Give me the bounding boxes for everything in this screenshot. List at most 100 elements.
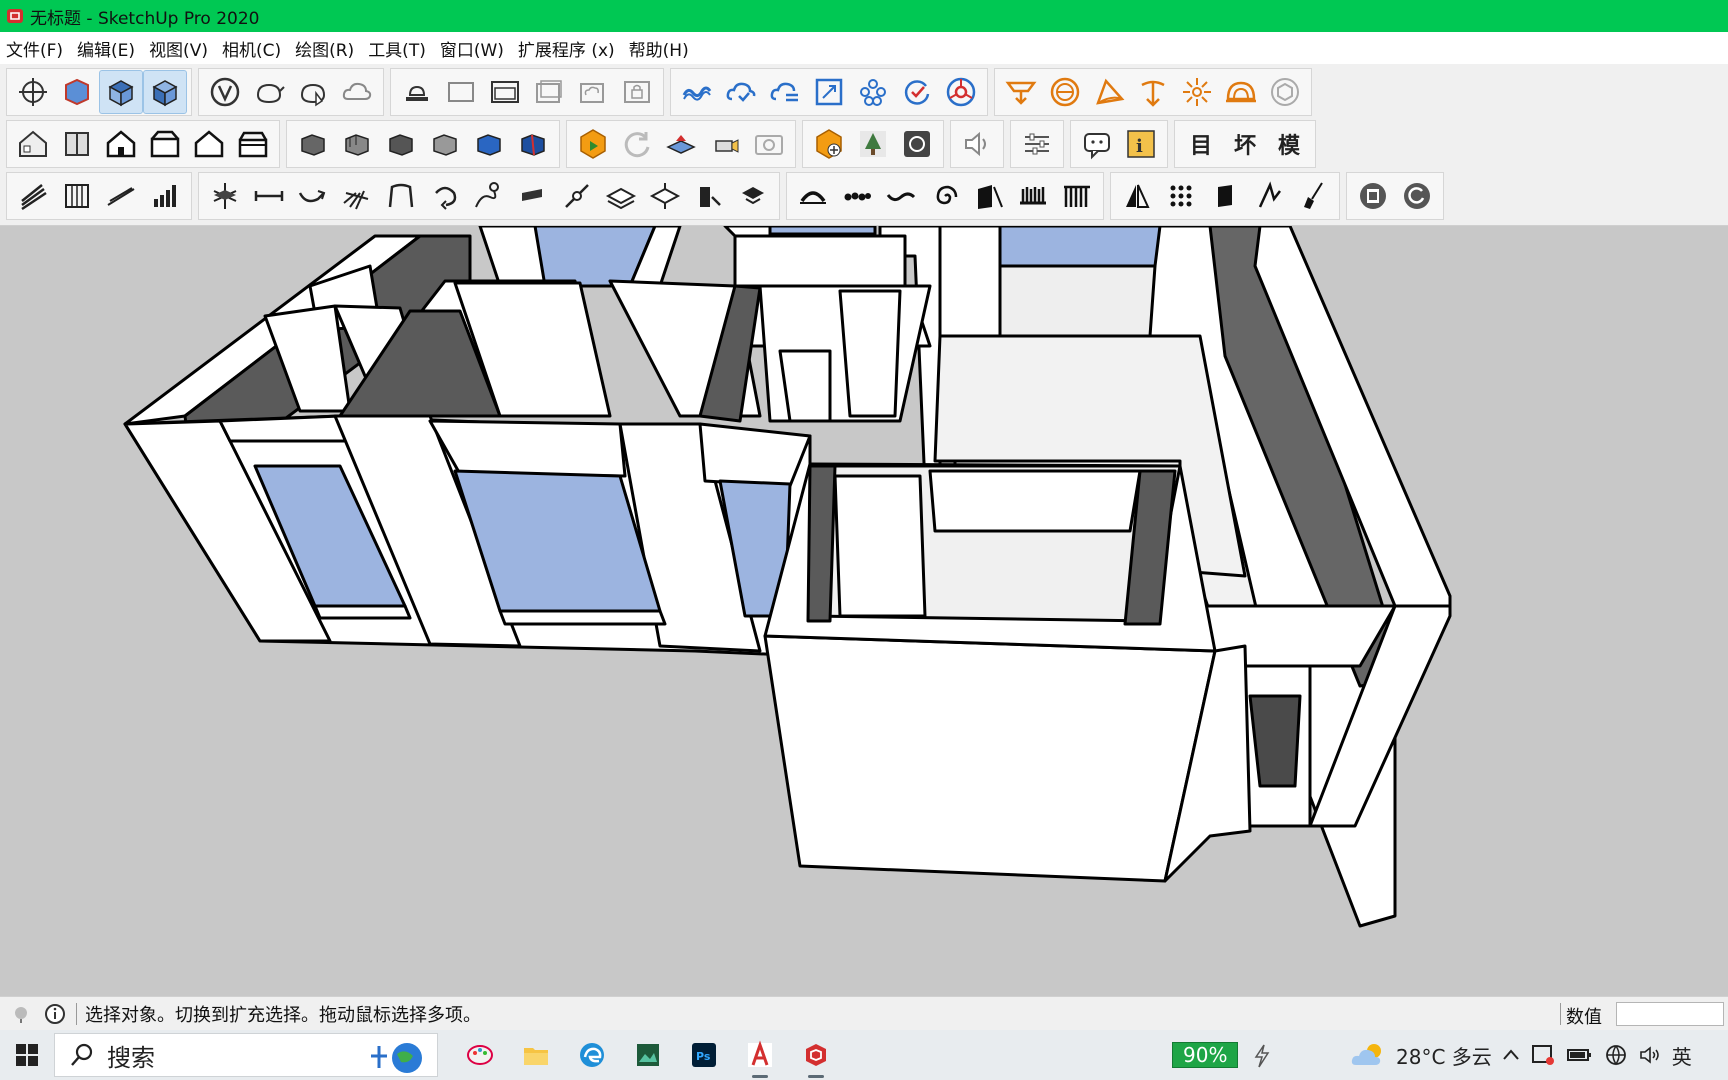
chain-icon[interactable] — [835, 174, 879, 218]
vray-logo-icon[interactable] — [203, 70, 247, 114]
input-method-indicator[interactable]: 英 — [1672, 1041, 1692, 1070]
spot-light-icon[interactable] — [1087, 70, 1131, 114]
model-viewport[interactable] — [0, 226, 1728, 996]
taskbar-edge-icon[interactable] — [564, 1030, 620, 1080]
geolocation-icon[interactable] — [8, 1001, 34, 1027]
plugin-huai-button[interactable]: 坏 — [1223, 122, 1267, 166]
menu-help[interactable]: 帮助(H) — [629, 36, 689, 61]
scene-export-icon[interactable] — [807, 70, 851, 114]
measurements-input[interactable] — [1616, 1002, 1724, 1026]
wireframe-style-icon[interactable] — [335, 122, 379, 166]
windows-start-icon[interactable] — [0, 1030, 54, 1080]
chaos-cloud-link-icon[interactable] — [675, 70, 719, 114]
menu-file[interactable]: 文件(F) — [6, 36, 63, 61]
teapot-render-icon[interactable] — [247, 70, 291, 114]
lock-camera-icon[interactable] — [615, 70, 659, 114]
vray-add-icon[interactable] — [807, 122, 851, 166]
layers-stack-icon[interactable] — [599, 174, 643, 218]
xray-style-icon[interactable] — [291, 122, 335, 166]
spiral-icon[interactable] — [923, 174, 967, 218]
menu-draw[interactable]: 绘图(R) — [295, 36, 354, 61]
plugin-mu-button[interactable]: 目 — [1179, 122, 1223, 166]
taskbar-paint-icon[interactable] — [452, 1030, 508, 1080]
grid-array-icon[interactable] — [1159, 174, 1203, 218]
batch-render-icon[interactable] — [527, 70, 571, 114]
refresh-icon[interactable] — [615, 122, 659, 166]
mirror-icon[interactable] — [1115, 174, 1159, 218]
bend-tool-icon[interactable] — [1247, 174, 1291, 218]
curve-arrow-icon[interactable] — [291, 174, 335, 218]
tray-chevron-up-icon[interactable] — [1502, 1048, 1520, 1062]
layers-arrows-icon[interactable] — [643, 174, 687, 218]
stairs-icon[interactable] — [11, 174, 55, 218]
iso-house-icon[interactable] — [11, 122, 55, 166]
arc-bridge-icon[interactable] — [791, 174, 835, 218]
chrome-link-icon[interactable] — [939, 70, 983, 114]
plugin-mo-button[interactable]: 模 — [1267, 122, 1311, 166]
weather-cloud-icon[interactable] — [1350, 1041, 1386, 1069]
columns-icon[interactable] — [1055, 174, 1099, 218]
model-info-icon[interactable]: i — [1119, 122, 1163, 166]
snapshot-icon[interactable] — [747, 122, 791, 166]
scatter-arrows-icon[interactable] — [335, 174, 379, 218]
dimension-line-icon[interactable] — [247, 174, 291, 218]
slab-icon[interactable] — [511, 174, 555, 218]
cloud-batch-icon[interactable] — [571, 70, 615, 114]
arch-icon[interactable] — [379, 174, 423, 218]
front-house-icon[interactable] — [99, 122, 143, 166]
textured-style-icon[interactable] — [467, 122, 511, 166]
vray-hexagon-icon[interactable] — [571, 122, 615, 166]
orbit-icon[interactable] — [11, 70, 55, 114]
dome-light-icon[interactable] — [1219, 70, 1263, 114]
front-view-icon[interactable] — [143, 70, 187, 114]
asset-editor-icon[interactable] — [395, 70, 439, 114]
comb-icon[interactable] — [1011, 174, 1055, 218]
sphere-light-icon[interactable] — [1043, 70, 1087, 114]
omni-light-icon[interactable] — [1175, 70, 1219, 114]
twist-icon[interactable] — [467, 174, 511, 218]
infinite-plane-icon[interactable] — [659, 122, 703, 166]
taskbar-file-explorer-icon[interactable] — [508, 1030, 564, 1080]
tray-app-icon[interactable] — [1530, 1043, 1556, 1067]
menu-extensions[interactable]: 扩展程序 (x) — [518, 36, 615, 61]
taskbar-autocad-icon[interactable] — [732, 1030, 788, 1080]
move-axis-icon[interactable] — [203, 174, 247, 218]
frame-buffer-icon[interactable] — [439, 70, 483, 114]
extrude-panel-icon[interactable] — [1203, 174, 1247, 218]
taskbar-sketchup-icon[interactable] — [788, 1030, 844, 1080]
battery-icon[interactable] — [1566, 1045, 1594, 1065]
back-house-icon[interactable] — [187, 122, 231, 166]
network-globe-icon[interactable] — [1604, 1043, 1628, 1067]
menu-camera[interactable]: 相机(C) — [222, 36, 281, 61]
top-house-icon[interactable] — [55, 122, 99, 166]
taskbar-photoshop-icon[interactable]: Ps — [676, 1030, 732, 1080]
brush-icon[interactable] — [1291, 174, 1335, 218]
left-house-icon[interactable] — [231, 122, 275, 166]
ies-light-icon[interactable] — [1131, 70, 1175, 114]
rect-light-icon[interactable] — [999, 70, 1043, 114]
rotate-arrow-icon[interactable] — [423, 174, 467, 218]
sliders-icon[interactable] — [1015, 122, 1059, 166]
collaboration-icon[interactable] — [851, 70, 895, 114]
monochrome-style-icon[interactable] — [511, 122, 555, 166]
ramp-icon[interactable] — [99, 174, 143, 218]
shaded-style-icon[interactable] — [423, 122, 467, 166]
mesh-light-icon[interactable] — [1263, 70, 1307, 114]
proxy-tree-icon[interactable] — [851, 122, 895, 166]
menu-edit[interactable]: 编辑(E) — [77, 36, 135, 61]
interactive-render-icon[interactable] — [291, 70, 335, 114]
window-render-icon[interactable] — [483, 70, 527, 114]
line-point-icon[interactable] — [555, 174, 599, 218]
menu-tools[interactable]: 工具(T) — [368, 36, 426, 61]
camera-object-icon[interactable] — [703, 122, 747, 166]
chat-icon[interactable] — [1075, 122, 1119, 166]
volume-icon[interactable] — [1638, 1044, 1662, 1066]
hidden-line-style-icon[interactable] — [379, 122, 423, 166]
bar-chart-tool-icon[interactable] — [143, 174, 187, 218]
speaker-icon[interactable] — [955, 122, 999, 166]
cloud-check-icon[interactable] — [719, 70, 763, 114]
fill-box-icon[interactable] — [731, 174, 775, 218]
top-view-icon[interactable] — [99, 70, 143, 114]
railing-icon[interactable] — [55, 174, 99, 218]
wave-icon[interactable] — [879, 174, 923, 218]
